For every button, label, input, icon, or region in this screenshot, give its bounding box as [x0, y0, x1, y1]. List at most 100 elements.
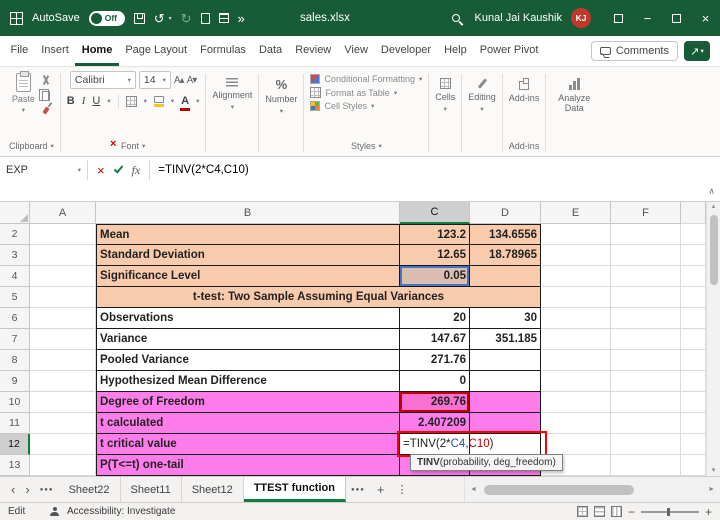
cell-F2[interactable] — [611, 224, 681, 245]
cell-B6[interactable]: Observations — [96, 308, 400, 329]
normal-view-icon[interactable] — [576, 506, 588, 517]
cell-C9[interactable]: 0 — [400, 371, 470, 392]
cell-F3[interactable] — [611, 245, 681, 266]
cell-B7[interactable]: Variance — [96, 329, 400, 350]
font-dialog-launcher-icon[interactable]: ▾ — [142, 142, 145, 150]
cell-E4[interactable] — [541, 266, 611, 287]
cell-E9[interactable] — [541, 371, 611, 392]
share-button[interactable]: ↗ ▾ — [684, 41, 710, 61]
quick-access-table-icon[interactable] — [218, 13, 229, 23]
underline-dropdown-icon[interactable]: ▾ — [107, 97, 110, 105]
paste-button[interactable]: Paste ▾ — [12, 71, 35, 114]
cell-C2[interactable]: 123.2 — [400, 224, 470, 245]
select-all-corner[interactable] — [0, 202, 30, 224]
cell-D10[interactable] — [470, 392, 541, 413]
avatar[interactable]: KJ — [571, 8, 591, 28]
cell-B10[interactable]: Degree of Freedom — [96, 392, 400, 413]
cell-F6[interactable] — [611, 308, 681, 329]
cell-C7[interactable]: 147.67 — [400, 329, 470, 350]
editing-button[interactable]: Editing ▾ — [468, 71, 496, 113]
collapse-formula-bar-icon[interactable]: ∧ — [708, 186, 715, 197]
tab-page-layout[interactable]: Page Layout — [119, 36, 194, 66]
undo-dropdown-icon[interactable]: ▾ — [169, 15, 172, 22]
row-header-12[interactable]: 12 — [0, 434, 30, 455]
ribbon-options-icon[interactable] — [604, 0, 633, 36]
search-icon[interactable] — [451, 14, 460, 22]
formula-input[interactable]: =TINV(2* C4, C10) — [150, 160, 248, 180]
row-header-4[interactable]: 4 — [0, 266, 30, 287]
row-header-2[interactable]: 2 — [0, 224, 30, 245]
cell-E10[interactable] — [541, 392, 611, 413]
insert-function-icon[interactable]: fx — [132, 163, 141, 178]
format-painter-icon[interactable] — [42, 106, 50, 115]
row-header-9[interactable]: 9 — [0, 371, 30, 392]
cell-D8[interactable] — [470, 350, 541, 371]
cell-C3[interactable]: 12.65 — [400, 245, 470, 266]
row-header-8[interactable]: 8 — [0, 350, 30, 371]
cell-D3[interactable]: 18.78965 — [470, 245, 541, 266]
autosave-toggle[interactable]: Off — [88, 10, 125, 26]
cell-A9[interactable] — [30, 371, 96, 392]
cell-E2[interactable] — [541, 224, 611, 245]
cell-C10[interactable]: 269.76 — [400, 392, 470, 413]
cell-C11[interactable]: 2.407209 — [400, 413, 470, 434]
tab-insert[interactable]: Insert — [35, 36, 76, 66]
row-header-10[interactable]: 10 — [0, 392, 30, 413]
sheet-tab-sheet22[interactable]: Sheet22 — [59, 477, 121, 502]
cell-E6[interactable] — [541, 308, 611, 329]
cell-A10[interactable] — [30, 392, 96, 413]
cell-B4[interactable]: Significance Level — [96, 266, 400, 287]
tab-help[interactable]: Help — [438, 36, 474, 66]
cell-A4[interactable] — [30, 266, 96, 287]
tab-review[interactable]: Review — [289, 36, 338, 66]
clipboard-dialog-launcher-icon[interactable]: ▾ — [51, 142, 54, 150]
cell-C8[interactable]: 271.76 — [400, 350, 470, 371]
cell-D6[interactable]: 30 — [470, 308, 541, 329]
excel-app-icon[interactable] — [10, 11, 23, 25]
cell-A13[interactable] — [30, 455, 96, 476]
cell-B8[interactable]: Pooled Variance — [96, 350, 400, 371]
styles-dialog-launcher-icon[interactable]: ▾ — [378, 142, 381, 150]
addins-button[interactable]: Add-ins — [509, 71, 539, 103]
cell-C6[interactable]: 20 — [400, 308, 470, 329]
close-icon[interactable]: × — [691, 0, 720, 36]
underline-button[interactable]: U — [92, 95, 100, 107]
fill-dropdown-icon[interactable]: ▾ — [171, 97, 174, 105]
font-size-select[interactable]: 14 ▾ — [138, 71, 171, 89]
tab-home[interactable]: Home — [75, 36, 119, 66]
cell-D9[interactable] — [470, 371, 541, 392]
enter-icon[interactable] — [113, 163, 123, 174]
cells-button[interactable]: Cells ▾ — [435, 71, 455, 113]
cancel-icon[interactable]: × — [97, 164, 105, 177]
cell-F5[interactable] — [611, 287, 681, 308]
sheet-nav-right-icon[interactable]: › — [20, 477, 34, 502]
maximize-icon[interactable] — [662, 0, 691, 36]
cell-A5[interactable] — [30, 287, 96, 308]
tab-file[interactable]: File — [4, 36, 35, 66]
tab-power-pivot[interactable]: Power Pivot — [473, 36, 545, 66]
cell-A8[interactable] — [30, 350, 96, 371]
column-header-A[interactable]: A — [30, 202, 96, 224]
row-header-3[interactable]: 3 — [0, 245, 30, 266]
cell-E8[interactable] — [541, 350, 611, 371]
cell-A6[interactable] — [30, 308, 96, 329]
accessibility-icon[interactable] — [50, 507, 59, 516]
minimize-icon[interactable]: − — [633, 0, 662, 36]
qat-overflow-icon[interactable]: » — [238, 12, 245, 25]
cell-F13[interactable] — [611, 455, 681, 476]
cell-A3[interactable] — [30, 245, 96, 266]
fill-color-icon[interactable] — [153, 95, 164, 107]
scroll-down-icon[interactable]: ▾ — [712, 466, 716, 476]
cell-A2[interactable] — [30, 224, 96, 245]
cell-D4[interactable] — [470, 266, 541, 287]
bold-button[interactable]: B — [67, 95, 75, 107]
formula-cell-C12[interactable]: =TINV(2* C4, C10) — [400, 434, 493, 455]
row-header-5[interactable]: 5 — [0, 287, 30, 308]
cell-F4[interactable] — [611, 266, 681, 287]
cell-F7[interactable] — [611, 329, 681, 350]
cell-A11[interactable] — [30, 413, 96, 434]
sheet-options-icon[interactable]: ⋮ — [391, 477, 412, 502]
redo-icon[interactable]: ↻ — [181, 12, 192, 25]
comments-button[interactable]: Comments — [590, 41, 678, 61]
cell-E5[interactable] — [541, 287, 611, 308]
